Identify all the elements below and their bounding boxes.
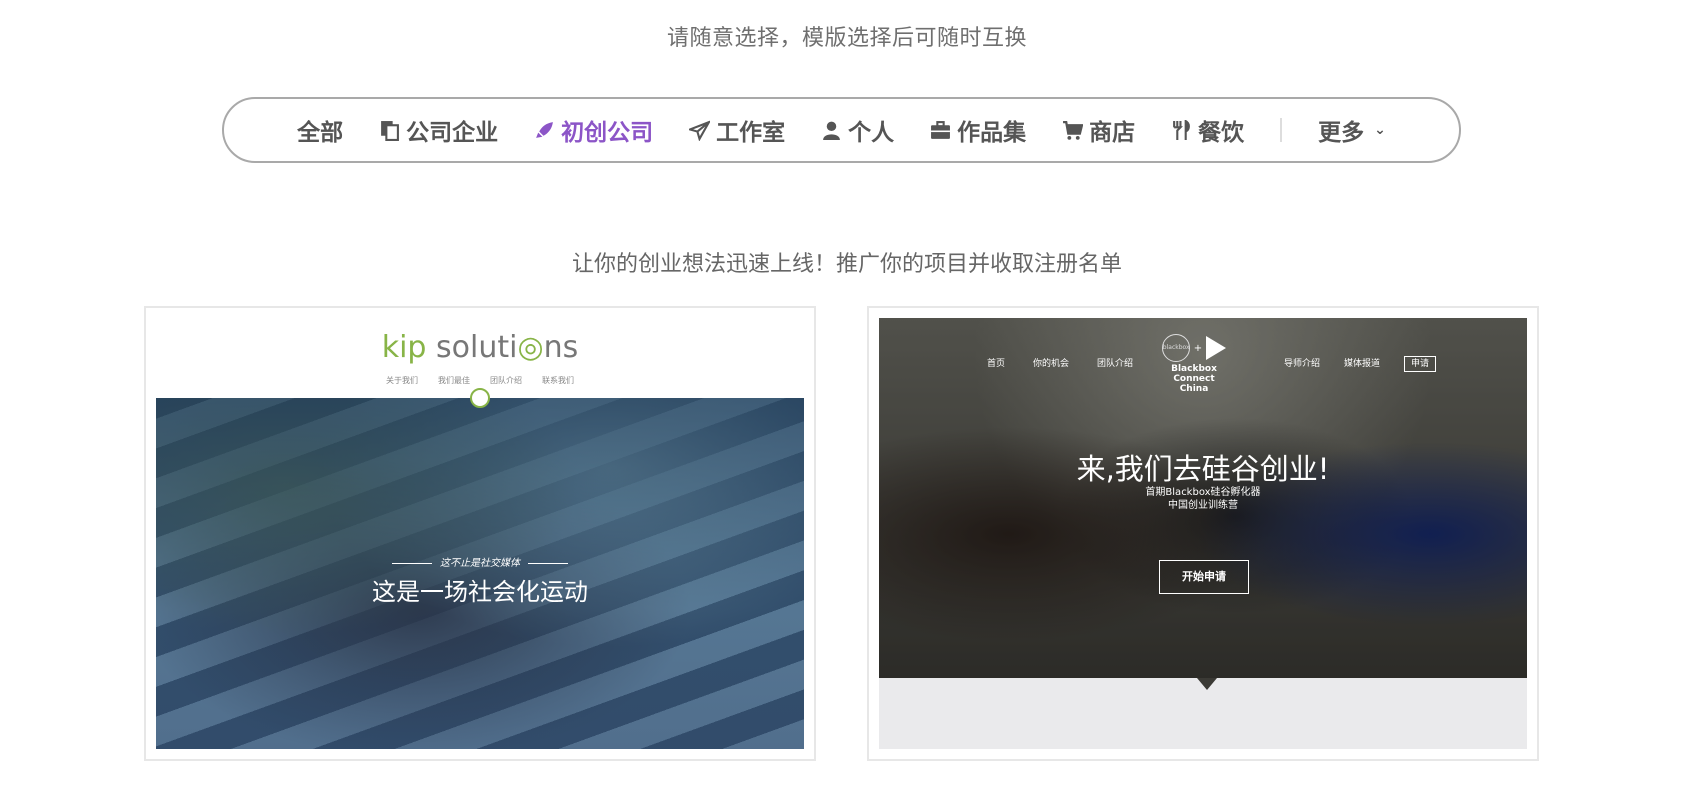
template-card-kip-solutions[interactable]: kip soluti◎ns 关于我们 我们最佳 团队介绍 联系我们 这不止是社交媒体 …	[144, 306, 816, 761]
template-preview: 首页 你的机会 团队介绍 导师介绍 媒体报道 申请 blackbox + Blackbox…	[879, 318, 1527, 749]
category-shop[interactable]: 商店	[1044, 113, 1153, 147]
kip-logo: kip soluti◎ns	[381, 330, 579, 365]
documents-icon	[381, 120, 400, 141]
preview-nav: 关于我们 我们最佳 团队介绍 联系我们	[386, 376, 574, 385]
category-portfolio[interactable]: 作品集	[912, 113, 1044, 147]
divider	[1280, 118, 1283, 142]
category-company[interactable]: 公司企业	[361, 113, 516, 147]
subtitle: 请随意选择，模版选择后可随时互换	[666, 26, 1027, 51]
template-preview: kip soluti◎ns 关于我们 我们最佳 团队介绍 联系我们 这不止是社交媒体 …	[156, 318, 804, 749]
preview-header: kip soluti◎ns 关于我们 我们最佳 团队介绍 联系我们	[156, 318, 804, 398]
category-more-dropdown[interactable]: 更多 ⌄	[1300, 113, 1404, 147]
category-more-label: 更多	[1318, 120, 1365, 146]
category-shop-label: 商店	[1089, 120, 1136, 146]
category-studio[interactable]: 工作室	[671, 113, 803, 147]
preview-apply-button: 开始申请	[1159, 560, 1249, 594]
power-icon	[470, 388, 490, 408]
category-company-label: 公司企业	[406, 120, 499, 146]
category-food-label: 餐饮	[1198, 120, 1245, 146]
category-personal-label: 个人	[848, 120, 895, 146]
person-icon	[823, 121, 841, 140]
category-all-label: 全部	[297, 120, 344, 146]
category-studio-label: 工作室	[716, 120, 786, 146]
section-description: 让你的创业想法迅速上线！推广你的项目并收取注册名单	[571, 252, 1122, 277]
chevron-down-icon: ⌄	[1374, 122, 1386, 138]
blackbox-logo: blackbox + Blackbox Connect China	[1149, 334, 1239, 394]
template-card-blackbox[interactable]: 首页 你的机会 团队介绍 导师介绍 媒体报道 申请 blackbox + Blackbox…	[867, 306, 1539, 761]
preview-heading: 这是一场社会化运动	[372, 578, 588, 606]
category-personal[interactable]: 个人	[803, 113, 912, 147]
rocket-icon	[536, 121, 554, 138]
preview-tagline: 这不止是社交媒体	[156, 554, 804, 569]
section-notch	[1197, 678, 1217, 690]
category-startup[interactable]: 初创公司	[516, 113, 671, 147]
category-filter-bar: 全部 公司企业 初创公司 工作室 个人 作品集 商店 餐饮 更多 ⌄	[222, 97, 1461, 163]
category-all[interactable]: 全部	[279, 113, 361, 147]
cart-icon	[1063, 120, 1084, 140]
preview-subheading: 首期Blackbox硅谷孵化器 中国创业训练营	[1145, 487, 1261, 511]
paper-plane-icon	[689, 120, 711, 141]
category-food[interactable]: 餐饮	[1153, 113, 1262, 147]
briefcase-icon	[931, 120, 951, 139]
preview-heading: 来,我们去硅谷创业!	[1076, 452, 1330, 486]
category-startup-label: 初创公司	[561, 120, 654, 146]
category-portfolio-label: 作品集	[957, 120, 1027, 146]
cutlery-icon	[1173, 119, 1191, 140]
